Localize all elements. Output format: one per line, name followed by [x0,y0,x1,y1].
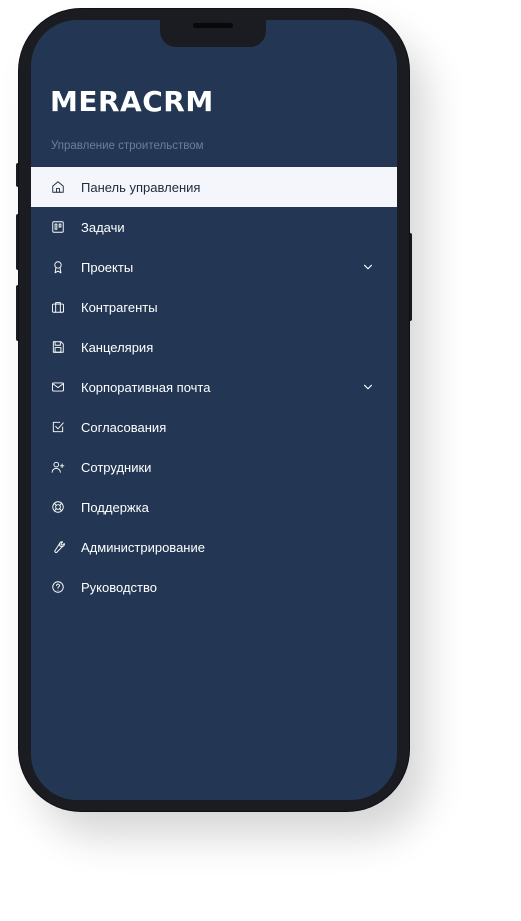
kanban-icon [51,220,65,234]
sidebar-item-label: Корпоративная почта [81,379,211,395]
sidebar-item-chancellery[interactable]: Канцелярия [31,327,397,367]
sidebar-item-administration[interactable]: Администрирование [31,527,397,567]
sidebar-item-tasks[interactable]: Задачи [31,207,397,247]
sidebar-item-dashboard[interactable]: Панель управления [31,167,397,207]
sidebar-item-contractors[interactable]: Контрагенты [31,287,397,327]
sidebar-item-employees[interactable]: Сотрудники [31,447,397,487]
app-logo[interactable]: MERACRM [50,85,214,118]
sidebar-item-corporate-mail[interactable]: Корпоративная почта [31,367,397,407]
sidebar-item-guide[interactable]: Руководство [31,567,397,607]
sidebar-item-label: Контрагенты [81,299,158,315]
sidebar-item-projects[interactable]: Проекты [31,247,397,287]
phone-notch [160,20,266,47]
home-icon [51,180,65,194]
sidebar-item-label: Руководство [81,579,157,595]
phone-speaker [193,23,233,28]
sidebar-item-label: Канцелярия [81,339,154,355]
sidebar-item-label: Сотрудники [81,459,152,475]
sidebar-menu: Панель управления Задачи Проекты Контраг… [31,167,397,607]
sidebar-item-label: Поддержка [81,499,149,515]
floppy-disk-icon [51,340,65,354]
lifebuoy-icon [51,500,65,514]
mail-icon [51,380,65,394]
wrench-icon [51,540,65,554]
briefcase-icon [51,300,65,314]
check-square-icon [51,420,65,434]
sidebar-item-label: Панель управления [81,179,201,195]
chevron-down-icon[interactable] [361,380,375,394]
award-icon [51,260,65,274]
sidebar-item-label: Задачи [81,219,125,235]
help-circle-icon [51,580,65,594]
sidebar-item-label: Администрирование [81,539,205,555]
stage: MERACRM Управление строительством Панель… [0,0,521,921]
sidebar-item-support[interactable]: Поддержка [31,487,397,527]
sidebar-item-approvals[interactable]: Согласования [31,407,397,447]
sidebar-item-label: Проекты [81,259,134,275]
user-plus-icon [51,460,65,474]
app-subtitle: Управление строительством [51,140,204,152]
sidebar-item-label: Согласования [81,419,167,435]
chevron-down-icon[interactable] [361,260,375,274]
sidebar: MERACRM Управление строительством Панель… [31,20,397,800]
